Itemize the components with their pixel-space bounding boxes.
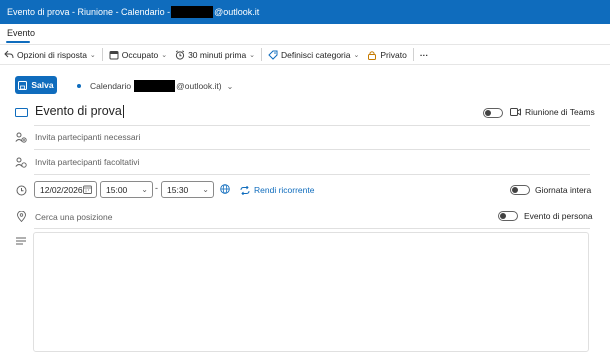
optional-attendees-input[interactable]: Invita partecipanti facoltativi [35, 157, 139, 167]
calendar-color-dot [77, 84, 81, 88]
response-options-label: Opzioni di risposta [17, 49, 87, 60]
save-button[interactable]: Salva [15, 76, 57, 94]
chevron-down-icon: ⌄ [141, 185, 148, 194]
tab-bar: Evento [0, 24, 610, 44]
redacted-email [134, 80, 176, 92]
event-title-text: Evento di prova [35, 104, 122, 118]
event-title-input[interactable]: Evento di prova [35, 104, 124, 119]
location-pin-icon [14, 209, 28, 223]
location-search-input[interactable]: Cerca una posizione [35, 212, 113, 222]
end-time-select[interactable]: 15:30 ⌄ [161, 181, 214, 198]
chevron-down-icon: ⌄ [226, 81, 234, 91]
all-day-toggle[interactable] [510, 185, 530, 195]
busy-status-button[interactable]: Occupato ⌄ [105, 45, 171, 64]
toolbar-divider [261, 48, 263, 61]
active-tab-indicator [6, 41, 30, 43]
make-recurring-label: Rendi ricorrente [254, 185, 315, 195]
reminder-label: 30 minuti prima [188, 49, 247, 60]
event-body-editor[interactable] [33, 232, 589, 352]
teams-meeting-text: Riunione di Teams [525, 107, 595, 117]
clock-icon [14, 183, 28, 197]
event-title-icon [14, 105, 28, 119]
busy-status-label: Occupato [121, 49, 159, 60]
date-picker[interactable]: 12/02/2026 [34, 181, 97, 198]
redacted-email [171, 6, 214, 18]
ribbon-toolbar: Opzioni di risposta ⌄ Occupato ⌄ 30 minu… [0, 44, 610, 65]
calendar-suffix: @outlook.it) [176, 81, 222, 91]
save-icon [18, 80, 28, 90]
people-optional-icon [14, 155, 28, 169]
lock-icon [368, 50, 377, 60]
category-button[interactable]: Definisci categoria ⌄ [264, 45, 363, 64]
field-divider [34, 228, 590, 229]
more-options-button[interactable]: ··· [416, 45, 433, 64]
chevron-down-icon: ⌄ [161, 51, 168, 59]
chevron-down-icon: ⌄ [353, 51, 360, 59]
in-person-toggle[interactable] [498, 211, 518, 221]
response-options-button[interactable]: Opzioni di risposta ⌄ [0, 45, 100, 64]
save-label: Salva [31, 80, 54, 90]
start-time-select[interactable]: 15:00 ⌄ [100, 181, 153, 198]
window-title-bar: Evento di prova - Riunione - Calendario … [0, 0, 610, 24]
calendar-selector[interactable]: Calendario @outlook.it) ⌄ [90, 80, 233, 92]
calendar-prefix: Calendario [90, 81, 132, 91]
field-divider [34, 149, 590, 150]
private-label: Privato [380, 49, 407, 60]
globe-icon[interactable] [220, 184, 230, 196]
repeat-icon [240, 185, 250, 195]
make-recurring-button[interactable]: Rendi ricorrente [240, 185, 314, 195]
field-divider [34, 174, 590, 175]
time-separator: - [155, 183, 158, 193]
category-label: Definisci categoria [281, 49, 351, 60]
chevron-down-icon: ⌄ [249, 51, 256, 59]
all-day-label: Giornata intera [535, 185, 592, 195]
date-value: 12/02/2026 [40, 184, 83, 195]
calendar-icon [83, 185, 92, 194]
teams-meeting-label: Riunione di Teams [510, 107, 595, 117]
field-divider [34, 125, 590, 126]
tab-evento[interactable]: Evento [7, 28, 35, 38]
window-title-suffix: @outlook.it [214, 7, 260, 17]
text-align-icon [14, 234, 28, 248]
toolbar-divider [412, 48, 414, 61]
window-title: Evento di prova - Riunione - Calendario … [7, 7, 171, 17]
in-person-label: Evento di persona [524, 211, 593, 221]
teams-meeting-toggle[interactable] [483, 108, 503, 118]
reminder-button[interactable]: 30 minuti prima ⌄ [171, 45, 259, 64]
reply-arrow-icon [4, 50, 14, 59]
chevron-down-icon: ⌄ [202, 185, 209, 194]
alarm-clock-icon [175, 49, 185, 60]
end-time-value: 15:30 [167, 184, 189, 195]
toolbar-divider [101, 48, 103, 61]
calendar-busy-icon [109, 50, 119, 59]
private-button[interactable]: Privato [363, 45, 410, 64]
text-caret [122, 105, 124, 119]
chevron-down-icon: ⌄ [89, 51, 96, 59]
tag-icon [268, 50, 278, 60]
video-camera-icon [510, 108, 521, 116]
people-add-icon [14, 130, 28, 144]
start-time-value: 15:00 [106, 184, 128, 195]
required-attendees-input[interactable]: Invita partecipanti necessari [35, 132, 140, 142]
more-icon: ··· [419, 49, 429, 60]
